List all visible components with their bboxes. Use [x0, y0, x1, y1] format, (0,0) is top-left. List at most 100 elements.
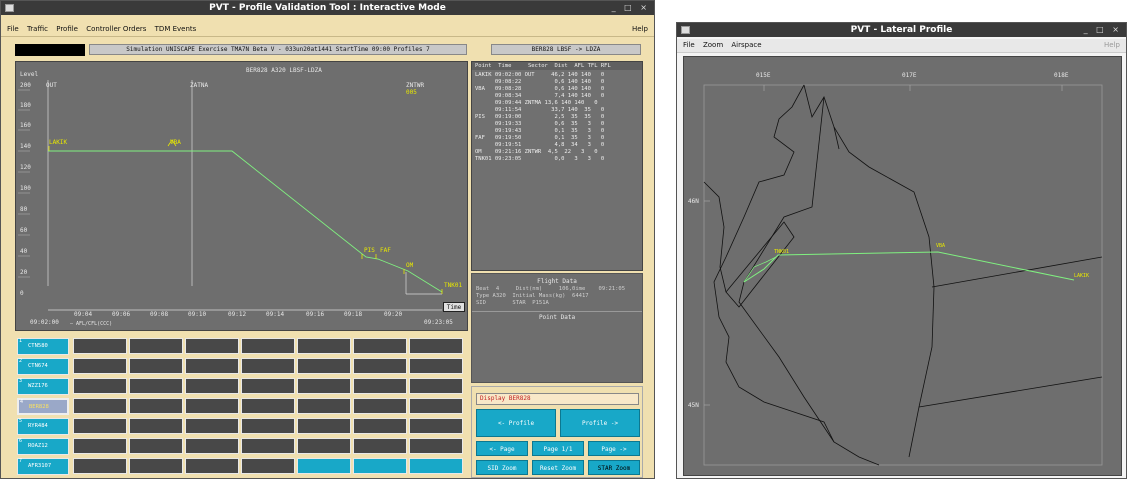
display-field[interactable]: Display BER828 [476, 393, 639, 405]
time-button[interactable]: Time [443, 302, 465, 312]
window-menu-icon[interactable] [5, 4, 14, 12]
profile-slot[interactable] [241, 358, 295, 374]
flight-button-ryr484[interactable]: 5 RYR484 [17, 418, 69, 435]
profile-slot[interactable] [185, 338, 239, 354]
profile-slot[interactable] [409, 338, 463, 354]
next-page-button[interactable]: Page -> [588, 441, 640, 456]
profile-slot[interactable] [409, 438, 463, 454]
table-row[interactable]: PIS 09:19:00 2,5 35 35 0 [475, 114, 604, 121]
profile-slot[interactable] [353, 338, 407, 354]
profile-slot[interactable] [297, 418, 351, 434]
profile-slot[interactable] [297, 338, 351, 354]
profile-slot[interactable] [73, 438, 127, 454]
lateral-window-controls[interactable]: _ □ × [1084, 23, 1122, 37]
menu-traffic[interactable]: Traffic [27, 23, 48, 36]
flight-button-ctn580[interactable]: 1 CTN580 [17, 338, 69, 355]
table-row[interactable]: 09:08:34 7,4 140 140 0 [475, 93, 604, 100]
lateral-map[interactable]: 015E 017E 018E 46N 45N TNK01 VBA LAKIK [683, 56, 1122, 476]
table-row[interactable]: 09:19:51 4,8 34 3 0 [475, 142, 604, 149]
prev-page-button[interactable]: <- Page [476, 441, 528, 456]
table-row[interactable]: 09:19:33 0,6 35 3 0 [475, 121, 604, 128]
reset-zoom-button[interactable]: Reset Zoom [532, 460, 584, 475]
table-row[interactable]: 09:08:22 0,6 140 140 0 [475, 79, 604, 86]
profile-slot[interactable] [185, 458, 239, 474]
table-row[interactable]: LAKIK 09:02:00 OUT 46,2 140 140 0 [475, 72, 604, 79]
profile-slot[interactable] [353, 358, 407, 374]
table-row[interactable]: 09:09:44 ZNTMA 13,6 140 140 0 [475, 100, 598, 107]
profile-slot[interactable] [129, 458, 183, 474]
menu-profile[interactable]: Profile [56, 23, 78, 36]
profile-slot[interactable] [353, 418, 407, 434]
profile-slot[interactable] [241, 418, 295, 434]
flight-button-afr3107[interactable]: 7 AFR3107 [17, 458, 69, 475]
profile-slot[interactable] [241, 458, 295, 474]
flight-button-roaz12[interactable]: 6 ROAZ12 [17, 438, 69, 455]
profile-slot[interactable] [409, 458, 463, 474]
profile-slot[interactable] [185, 418, 239, 434]
profile-slot[interactable] [409, 398, 463, 414]
table-row[interactable]: FAF 09:19:50 0,1 35 3 0 [475, 135, 604, 142]
menu-tdm-events[interactable]: TDM Events [155, 23, 197, 36]
prev-profile-button[interactable]: <- Profile [476, 409, 556, 437]
profile-slot[interactable] [129, 378, 183, 394]
profile-slot[interactable] [409, 378, 463, 394]
table-row[interactable]: 09:19:43 0,1 35 3 0 [475, 128, 604, 135]
profile-slot[interactable] [129, 418, 183, 434]
profile-slot[interactable] [129, 438, 183, 454]
table-row[interactable]: 09:11:54 33,7 140 35 0 [475, 107, 604, 114]
table-row[interactable]: OM 09:21:16 ZNTWR 4,5 22 3 0 [475, 149, 598, 156]
flight-button-ctn674[interactable]: 2 CTN674 [17, 358, 69, 375]
profile-slot[interactable] [353, 378, 407, 394]
profile-slot[interactable] [129, 358, 183, 374]
profile-slot[interactable] [129, 338, 183, 354]
profile-slot[interactable] [409, 358, 463, 374]
profile-slot[interactable] [73, 358, 127, 374]
table-row[interactable]: VBA 09:08:28 0,6 140 140 0 [475, 86, 604, 93]
window-menu-icon[interactable] [681, 26, 690, 34]
profile-slot[interactable] [241, 378, 295, 394]
profile-slot[interactable] [185, 378, 239, 394]
sector-label-zntwr: ZNTWR [406, 82, 424, 89]
profile-slot[interactable] [297, 398, 351, 414]
window-controls[interactable]: _ □ × [612, 1, 650, 15]
next-profile-button[interactable]: Profile -> [560, 409, 640, 437]
x-axis-ticks: 09:04 09:06 09:08 09:10 09:12 09:14 09:1… [74, 311, 402, 318]
profile-slot[interactable] [353, 438, 407, 454]
lateral-menu-help[interactable]: Help [1104, 39, 1120, 52]
profile-slot[interactable] [353, 458, 407, 474]
profile-slot[interactable] [297, 438, 351, 454]
flight-data-line: Type A320 Initial Mass(kg) 64417 [476, 293, 589, 299]
profile-slot[interactable] [129, 398, 183, 414]
flight-button-ber828[interactable]: 4 BER828 [17, 398, 69, 415]
profile-slot[interactable] [73, 378, 127, 394]
profile-slot[interactable] [185, 438, 239, 454]
sid-zoom-button[interactable]: SID Zoom [476, 460, 528, 475]
lateral-menu-zoom[interactable]: Zoom [703, 39, 723, 52]
flight-route-bar: BER828 LBSF -> LDZA [491, 44, 641, 55]
profile-slot[interactable] [73, 398, 127, 414]
menu-help[interactable]: Help [632, 23, 648, 36]
star-zoom-button[interactable]: STAR Zoom [588, 460, 640, 475]
vertical-profile-plot[interactable]: BER828 A320 LBSF-LDZA Level OUT ZATNA ZN… [15, 61, 468, 331]
profile-slot[interactable] [353, 398, 407, 414]
profile-slot[interactable] [297, 458, 351, 474]
profile-slot[interactable] [241, 398, 295, 414]
profile-slot[interactable] [185, 358, 239, 374]
profile-slot[interactable] [409, 418, 463, 434]
menu-file[interactable]: File [7, 23, 19, 36]
lateral-menu-airspace[interactable]: Airspace [731, 39, 761, 52]
profile-slot[interactable] [241, 338, 295, 354]
x-start-label: 09:02:00 [30, 319, 59, 326]
lateral-menu-file[interactable]: File [683, 39, 695, 52]
profile-slot[interactable] [73, 338, 127, 354]
table-row[interactable]: TNK01 09:23:05 0,0 3 3 0 [475, 156, 604, 163]
menu-controller-orders[interactable]: Controller Orders [86, 23, 146, 36]
flight-button-wzz176[interactable]: 3 WZZ176 [17, 378, 69, 395]
profile-slot[interactable] [297, 358, 351, 374]
profile-slot[interactable] [73, 458, 127, 474]
profile-slot[interactable] [241, 438, 295, 454]
profile-slot[interactable] [185, 398, 239, 414]
profile-slot[interactable] [297, 378, 351, 394]
profile-slot[interactable] [73, 418, 127, 434]
lon-tick-018e: 018E [1054, 72, 1069, 79]
